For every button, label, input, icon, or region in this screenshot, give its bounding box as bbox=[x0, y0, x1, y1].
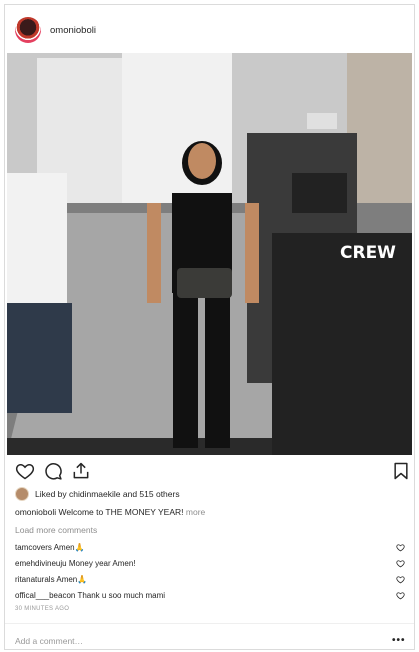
add-comment-input[interactable] bbox=[15, 633, 375, 649]
heart-icon[interactable] bbox=[396, 559, 405, 568]
comment-text: Amen🙏 bbox=[53, 543, 85, 552]
likes-text[interactable]: Liked by chidinmaekile and 515 others bbox=[35, 489, 180, 499]
comment-username[interactable]: tamcovers bbox=[15, 543, 52, 552]
comment-text: Amen🙏 bbox=[56, 575, 88, 584]
shirt-text: CREW bbox=[340, 243, 396, 263]
heart-icon[interactable] bbox=[396, 591, 405, 600]
comment-row: tamcovers Amen🙏 bbox=[15, 542, 405, 554]
caption-text: Welcome to THE MONEY YEAR! bbox=[58, 507, 184, 517]
avatar[interactable] bbox=[15, 17, 41, 43]
comment-username[interactable]: emehdivineuju bbox=[15, 559, 67, 568]
post-username[interactable]: omonioboli bbox=[50, 25, 96, 36]
post-timestamp[interactable]: 30 MINUTES AGO bbox=[15, 606, 69, 612]
comment-text: Thank u soo much mami bbox=[77, 591, 166, 600]
bookmark-icon[interactable] bbox=[391, 461, 411, 481]
post-photo[interactable]: CREW bbox=[7, 53, 412, 455]
heart-icon[interactable] bbox=[396, 543, 405, 552]
likes-row: Liked by chidinmaekile and 515 others bbox=[15, 486, 180, 502]
heart-icon[interactable] bbox=[396, 575, 405, 584]
comment-icon[interactable] bbox=[43, 461, 63, 481]
comment-username[interactable]: ritanaturals bbox=[15, 575, 55, 584]
comment-row: offical___beacon Thank u soo much mami bbox=[15, 590, 405, 602]
heart-icon[interactable] bbox=[15, 461, 35, 481]
share-icon[interactable] bbox=[71, 461, 91, 481]
comment-row: emehdivineuju Money year Amen! bbox=[15, 558, 405, 570]
divider bbox=[5, 623, 414, 624]
post-card: omonioboli CREW Liked by chidinmaekile a… bbox=[4, 4, 415, 650]
liker-avatar[interactable] bbox=[15, 487, 29, 501]
caption-username[interactable]: omonioboli bbox=[15, 507, 56, 517]
caption-more-link[interactable]: more bbox=[186, 507, 205, 517]
comment-text: Money year Amen! bbox=[68, 559, 136, 568]
comment-username[interactable]: offical___beacon bbox=[15, 591, 75, 600]
more-options-icon[interactable]: ••• bbox=[392, 636, 406, 646]
caption: omonioboli Welcome to THE MONEY YEAR! mo… bbox=[15, 507, 205, 517]
post-actions bbox=[15, 461, 408, 483]
comment-row: ritanaturals Amen🙏 bbox=[15, 574, 405, 586]
load-more-comments[interactable]: Load more comments bbox=[15, 525, 97, 535]
post-header: omonioboli bbox=[5, 5, 414, 55]
photo-illustration: CREW bbox=[7, 53, 412, 455]
